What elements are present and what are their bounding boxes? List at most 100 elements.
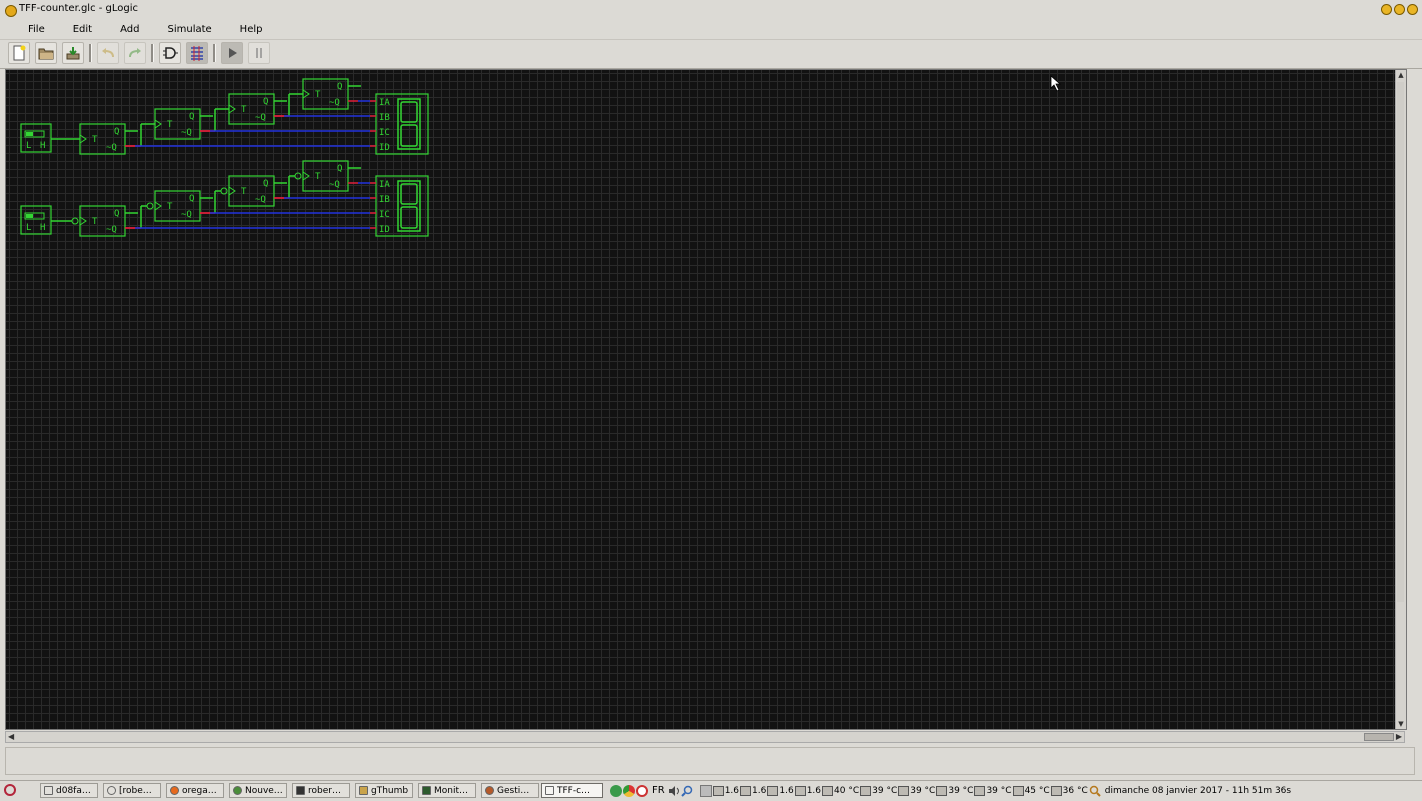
toolbar-separator (151, 44, 154, 62)
counter-bottom-seven-segment-display-digit-upper (400, 183, 418, 205)
chrome-icon (233, 786, 242, 795)
glogic-window-icon (545, 786, 554, 795)
menu-edit[interactable]: Edit (57, 19, 104, 39)
vertical-scrollbar[interactable]: ▲ ▼ (1395, 70, 1406, 729)
task-gthumb[interactable]: gThumb (355, 783, 413, 798)
counter-top-tff-3-nq-label: ~Q (255, 113, 266, 123)
document-icon (44, 786, 53, 795)
counter-top-switch-label-low: L (26, 141, 31, 151)
save-icon (66, 47, 80, 60)
gate-view-button[interactable] (159, 42, 181, 64)
redo-icon (129, 48, 141, 58)
scroll-up-arrow[interactable]: ▲ (1397, 71, 1405, 79)
counter-top-seven-segment-display-digit-upper (400, 101, 418, 123)
pause-simulation-button[interactable] (248, 42, 270, 64)
cpu-load-1: 1.6 (712, 785, 739, 796)
close-button[interactable] (1407, 4, 1418, 15)
counter-top-tff-2-q-label: Q (189, 112, 194, 122)
redo-button[interactable] (124, 42, 146, 64)
menu-add[interactable]: Add (104, 19, 151, 39)
window-title: TFF-counter.glc - gLogic (19, 3, 139, 14)
counter-top-tff-2-nq-label: ~Q (181, 128, 192, 138)
task-nouve[interactable]: Nouve… (229, 783, 287, 798)
new-file-button[interactable] (8, 42, 30, 64)
play-icon (229, 48, 237, 58)
counter-bottom-tff-1-q-label: Q (114, 209, 119, 219)
start-menu-icon[interactable] (4, 784, 16, 796)
task-tff-counter[interactable]: TFF-c… (541, 783, 603, 798)
counter-top-seven-segment-display-input-ia: IA (379, 98, 390, 108)
horizontal-scroll-thumb[interactable] (1364, 733, 1394, 741)
search-tool-icon[interactable] (680, 785, 693, 797)
magnifier-icon[interactable] (1089, 785, 1101, 797)
run-simulation-button[interactable] (221, 42, 243, 64)
task-orega[interactable]: orega… (166, 783, 224, 798)
counter-bottom-tff-2-q-label: Q (189, 194, 194, 204)
terminal-icon (296, 786, 305, 795)
task-monit[interactable]: Monit… (418, 783, 476, 798)
counter-bottom-seven-segment-display-input-id: ID (379, 225, 390, 235)
counter-bottom-tff-4-nq-label: ~Q (329, 180, 340, 190)
minimize-button[interactable] (1381, 4, 1392, 15)
thermometer-icon (898, 785, 910, 796)
circuit-canvas[interactable]: L H T Q ~Q T Q ~Q T Q ~Q T Q ~Q IA IB IC ID L H T Q ~Q T Q ~Q T Q ~Q… (6, 70, 1402, 729)
save-file-button[interactable] (62, 42, 84, 64)
counter-top-switch-knob (26, 132, 33, 136)
maximize-button[interactable] (1394, 4, 1405, 15)
network-status-icon[interactable] (610, 784, 622, 797)
volume-icon[interactable] (668, 785, 680, 797)
window-titlebar[interactable]: TFF-counter.glc - gLogic (0, 0, 1422, 20)
pause-icon (256, 48, 262, 58)
counter-bottom-tff-4-clock-triangle (302, 171, 310, 181)
counter-top-seven-segment-display-digit-lower (400, 124, 418, 147)
temperature-7: 36 °C (1050, 785, 1088, 796)
clock[interactable]: dimanche 08 janvier 2017 - 11h 51m 36s (1105, 786, 1291, 796)
task-d08fa[interactable]: d08fa… (40, 783, 98, 798)
chrome-tray-icon[interactable] (623, 784, 635, 797)
counter-top-tff-2-t-label: T (167, 120, 173, 130)
counter-top-tff-4-t-label: T (315, 90, 321, 100)
counter-bottom-tff-2-inverter-bubble (146, 202, 154, 210)
counter-bottom-tff-2-nq-label: ~Q (181, 210, 192, 220)
horizontal-scrollbar[interactable]: ◀ ▶ (5, 731, 1405, 743)
toolbar (0, 40, 1422, 69)
scroll-down-arrow[interactable]: ▼ (1397, 720, 1405, 728)
task-gesti[interactable]: Gesti… (481, 783, 539, 798)
alarm-clock-icon[interactable] (636, 784, 648, 797)
printer-icon[interactable] (699, 784, 712, 797)
chip-icon (767, 785, 779, 796)
counter-top-tff-4-q-label: Q (337, 82, 342, 92)
firefox-icon (170, 786, 179, 795)
counter-top-tff-3-t-label: T (241, 105, 247, 115)
keyboard-layout[interactable]: FR (652, 785, 665, 796)
counter-bottom-tff-3-clock-triangle (228, 186, 236, 196)
menu-help[interactable]: Help (224, 19, 275, 39)
package-manager-icon (485, 786, 494, 795)
open-folder-icon (38, 48, 54, 60)
counter-top-tff-3-clock-triangle (228, 104, 236, 114)
cpu-load-3: 1.6 (767, 785, 794, 796)
counter-top-tff-3-q-label: Q (263, 97, 268, 107)
vertical-scroll-thumb[interactable] (1397, 82, 1404, 602)
menu-simulate[interactable]: Simulate (151, 19, 223, 39)
counter-bottom-seven-segment-display-input-ib: IB (379, 195, 390, 205)
circuit-diagram[interactable]: L HTQ~QTQ~QTQ~QTQ~Q IAIBICIDL HTQ~QTQ~QTQ~Q… (6, 70, 1402, 729)
scroll-left-arrow[interactable]: ◀ (8, 732, 14, 742)
open-file-button[interactable] (35, 42, 57, 64)
counter-top-tff-1-clock-triangle (79, 134, 87, 144)
component-view-button[interactable] (186, 42, 208, 64)
counter-bottom-tff-4-q-label: Q (337, 164, 342, 174)
task-robe[interactable]: [robe… (103, 783, 161, 798)
counter-top-seven-segment-display-input-ic: IC (379, 128, 390, 138)
counter-top-seven-segment-display-input-ib: IB (379, 113, 390, 123)
task-rober[interactable]: rober… (292, 783, 350, 798)
cpu-load-2: 1.6 (740, 785, 766, 796)
window-controls (1381, 4, 1418, 15)
counter-bottom-tff-1-clock-triangle (79, 216, 87, 226)
menu-file[interactable]: File (0, 19, 57, 39)
file-manager-icon (107, 786, 116, 795)
circuit-canvas-frame: L H T Q ~Q T Q ~Q T Q ~Q T Q ~Q IA IB IC ID L H T Q ~Q T Q ~Q T Q ~Q… (5, 69, 1407, 730)
undo-button[interactable] (97, 42, 119, 64)
and-gate-icon (163, 47, 178, 59)
scroll-right-arrow[interactable]: ▶ (1396, 732, 1402, 742)
